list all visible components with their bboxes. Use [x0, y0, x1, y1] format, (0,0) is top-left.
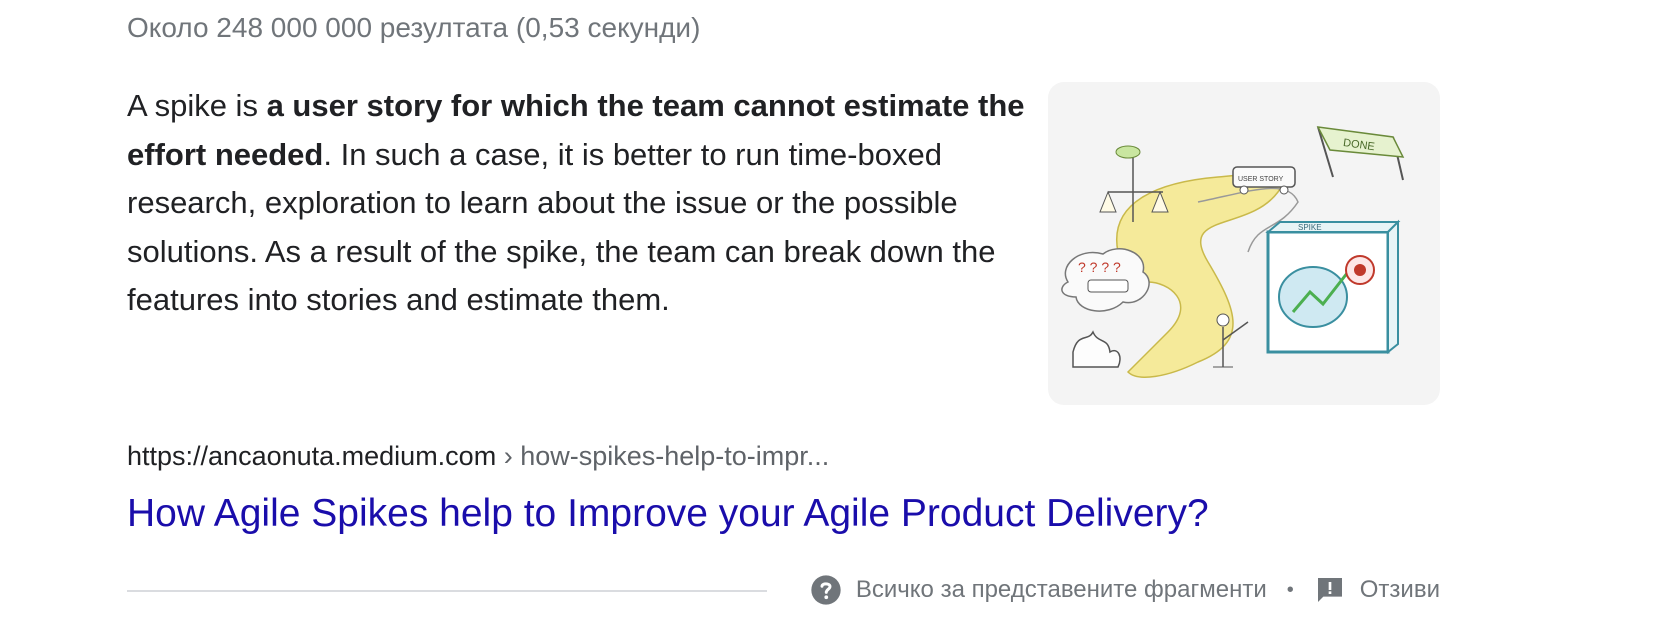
help-circle-icon — [811, 575, 841, 605]
car-label: USER STORY — [1238, 176, 1284, 183]
search-results-page: Около 248 000 000 резултата (0,53 секунд… — [0, 0, 1680, 622]
feedback-button[interactable]: Отзиви — [1314, 572, 1440, 608]
snippet-prefix: A spike is — [127, 88, 267, 123]
snippet-thumbnail[interactable]: DONE USER STORY SPIKE ? ? ? ? — [1048, 82, 1440, 405]
feedback-icon — [1317, 578, 1342, 602]
cloud-questions: ? ? ? ? — [1078, 259, 1121, 275]
spike-label: SPIKE — [1298, 223, 1322, 232]
snippet-footer: Всичко за представените фрагменти • Отзи… — [810, 572, 1440, 608]
result-breadcrumb: › how-spikes-help-to-impr... — [496, 441, 830, 471]
result-stats: Около 248 000 000 резултата (0,53 секунд… — [127, 12, 701, 43]
result-domain: https://ancaonuta.medium.com — [127, 441, 497, 471]
footer-divider — [127, 590, 767, 592]
featured-snippet-text: A spike is a user story for which the te… — [127, 82, 1027, 325]
feedback-label: Отзиви — [1359, 576, 1440, 603]
about-featured-snippets-button[interactable]: Всичко за представените фрагменти — [810, 572, 1267, 608]
result-title-link[interactable]: How Agile Spikes help to Improve your Ag… — [127, 488, 1209, 540]
about-featured-snippets-label: Всичко за представените фрагменти — [855, 576, 1267, 603]
result-url[interactable]: https://ancaonuta.medium.com › how-spike… — [127, 438, 829, 474]
footer-separator: • — [1286, 579, 1294, 601]
agile-spike-illustration: DONE USER STORY SPIKE ? ? ? ? — [1061, 126, 1405, 378]
